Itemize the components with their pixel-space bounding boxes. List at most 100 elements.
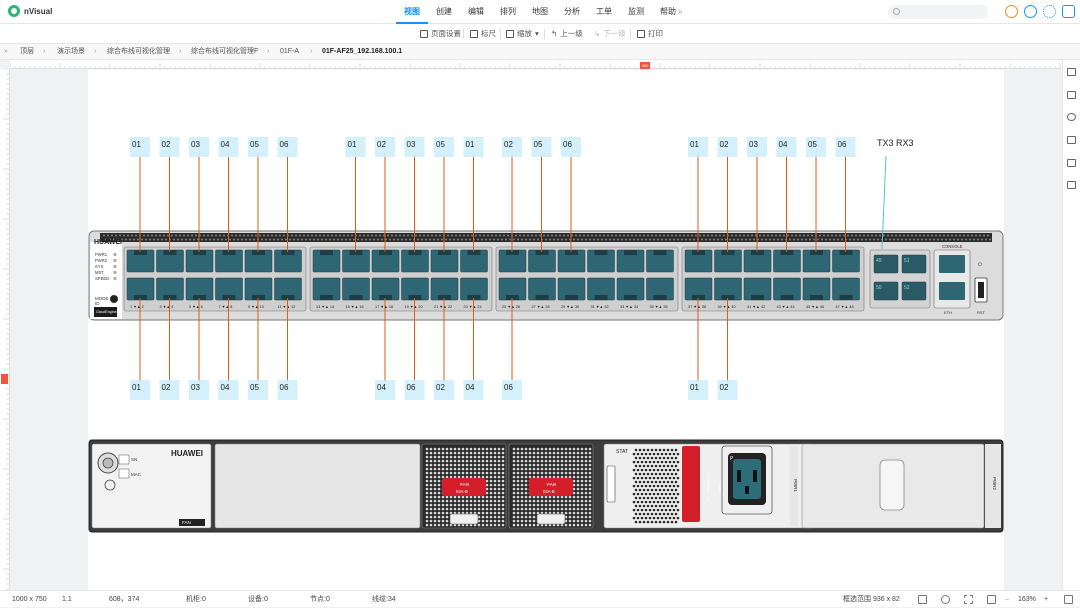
fan-vent: [532, 519, 536, 523]
fan-vent: [528, 495, 532, 499]
fan-vent: [516, 467, 520, 471]
fan-vent: [493, 523, 497, 527]
zoom-button[interactable]: 缩放 ▾: [506, 24, 539, 44]
fan-vent: [556, 507, 560, 511]
psu-vent: [666, 448, 670, 452]
rotate-icon[interactable]: [941, 595, 950, 604]
drawing-canvas[interactable]: HUAWEI PWR1 PWR2 SYS MST SPEED MODE ID Cloud…: [88, 70, 1004, 590]
app-logo[interactable]: nVisual: [8, 5, 52, 17]
menu-workorder[interactable]: 工单: [588, 0, 620, 24]
fan-vent: [433, 519, 437, 523]
fan-vent: [437, 519, 441, 523]
txrx-label[interactable]: TX3 RX3: [877, 138, 914, 148]
psu-vent: [648, 452, 652, 456]
list-icon[interactable]: [1067, 159, 1076, 167]
menu-map[interactable]: 地图: [524, 0, 556, 24]
fullscreen-icon[interactable]: [987, 595, 996, 604]
vent-hole: [381, 238, 383, 241]
psu-vent: [656, 516, 660, 520]
breadcrumb-item[interactable]: 01F-A: [280, 44, 299, 60]
psu-vent: [670, 496, 674, 500]
fan-vent: [437, 483, 441, 487]
zoom-out-icon[interactable]: –: [1005, 591, 1009, 608]
vent-hole: [171, 234, 173, 237]
psu-vent: [674, 520, 678, 524]
user-icon[interactable]: [1062, 5, 1075, 18]
clock-icon[interactable]: [1005, 5, 1018, 18]
down-level-button[interactable]: ↳ 下一级: [594, 24, 626, 44]
breadcrumb-separator-icon: ›: [94, 48, 97, 55]
port-number: 15 ▼▲ 16: [346, 305, 364, 309]
expand-view-icon[interactable]: [1064, 595, 1073, 604]
breadcrumb-item[interactable]: 综合布线可视化管理F: [191, 44, 258, 60]
fan-vent: [497, 503, 501, 507]
fan-vent: [516, 447, 520, 451]
fan-vent: [572, 523, 576, 527]
psu-vent: [664, 484, 668, 488]
menu-more-icon[interactable]: »: [678, 0, 682, 24]
fan-vent: [465, 447, 469, 451]
fit-page-icon[interactable]: [918, 595, 927, 604]
vent-hole: [823, 234, 825, 237]
vent-hole: [513, 238, 515, 241]
eth-mgmt-port[interactable]: [939, 282, 965, 300]
psu-vent: [634, 512, 638, 516]
menu-edit[interactable]: 编辑: [460, 0, 492, 24]
fan-handle[interactable]: [536, 513, 566, 525]
mode-button[interactable]: [109, 294, 119, 304]
menu-create[interactable]: 创建: [428, 0, 460, 24]
fan-vent: [524, 455, 528, 459]
vent-hole: [285, 238, 287, 241]
vent-hole: [475, 234, 477, 237]
canvas-svg[interactable]: HUAWEI PWR1PWR2SYSMSTSPEED MODE ID Cloud…: [88, 70, 1004, 590]
layers-icon[interactable]: [1067, 68, 1076, 76]
cable-label-text: 01: [466, 140, 475, 149]
fan-vent: [501, 511, 505, 515]
ruler-button[interactable]: 标尺: [470, 24, 496, 44]
fan-vent: [520, 475, 524, 479]
switch-rear-panel[interactable]: HUAWEI SN MAC FAN FAN02A-BFAN02A-B STAT …: [88, 439, 1004, 533]
fan-vent: [536, 475, 540, 479]
vent-hole: [767, 234, 769, 237]
breadcrumb-item[interactable]: 演示场景: [57, 44, 85, 60]
fan-vent: [576, 459, 580, 463]
menu-view[interactable]: 视图: [396, 0, 428, 24]
fan-vent: [580, 451, 584, 455]
vent-hole: [467, 234, 469, 237]
fan-vent: [588, 511, 592, 515]
switch-front-panel[interactable]: HUAWEI PWR1PWR2SYSMSTSPEED MODE ID Cloud…: [88, 230, 1004, 321]
menu-arrange[interactable]: 排列: [492, 0, 524, 24]
fan-vent: [568, 523, 572, 527]
menu-monitor[interactable]: 监测: [620, 0, 652, 24]
gear-icon[interactable]: [1043, 5, 1056, 18]
monitor-icon[interactable]: [1067, 181, 1076, 189]
psu-vent: [674, 464, 678, 468]
print-icon: [637, 30, 645, 38]
properties-icon[interactable]: [1067, 91, 1076, 99]
vent-hole: [933, 238, 935, 241]
menu-analysis[interactable]: 分析: [556, 0, 588, 24]
zoom-in-icon[interactable]: +: [1044, 591, 1048, 608]
tools-icon[interactable]: [1067, 113, 1076, 121]
link-icon[interactable]: [1067, 136, 1076, 144]
fit-width-icon[interactable]: [964, 595, 973, 604]
breadcrumb-item[interactable]: 顶层: [20, 44, 34, 60]
psu2-handle[interactable]: [879, 459, 905, 511]
fan-vent: [572, 515, 576, 519]
print-button[interactable]: 打印: [637, 24, 663, 44]
breadcrumb-item[interactable]: 综合布线可视化管理: [107, 44, 170, 60]
info-icon[interactable]: [1024, 5, 1037, 18]
page-setup-button[interactable]: 页面设置: [420, 24, 461, 44]
psu-handle[interactable]: [606, 465, 616, 503]
psu-vent: [662, 504, 666, 508]
fan-vent: [588, 459, 592, 463]
expand-icon[interactable]: »: [4, 44, 8, 60]
fan-handle[interactable]: [449, 513, 479, 525]
fan-vent: [457, 495, 461, 499]
console-port[interactable]: [939, 255, 965, 273]
up-level-button[interactable]: ↰ 上一级: [551, 24, 583, 44]
node-count: 节点:0: [310, 596, 330, 603]
main-menu: 视图 创建 编辑 排列 地图 分析 工单 监测 帮助: [396, 0, 684, 24]
search-input[interactable]: [888, 5, 988, 19]
fan-vent: [520, 479, 524, 483]
